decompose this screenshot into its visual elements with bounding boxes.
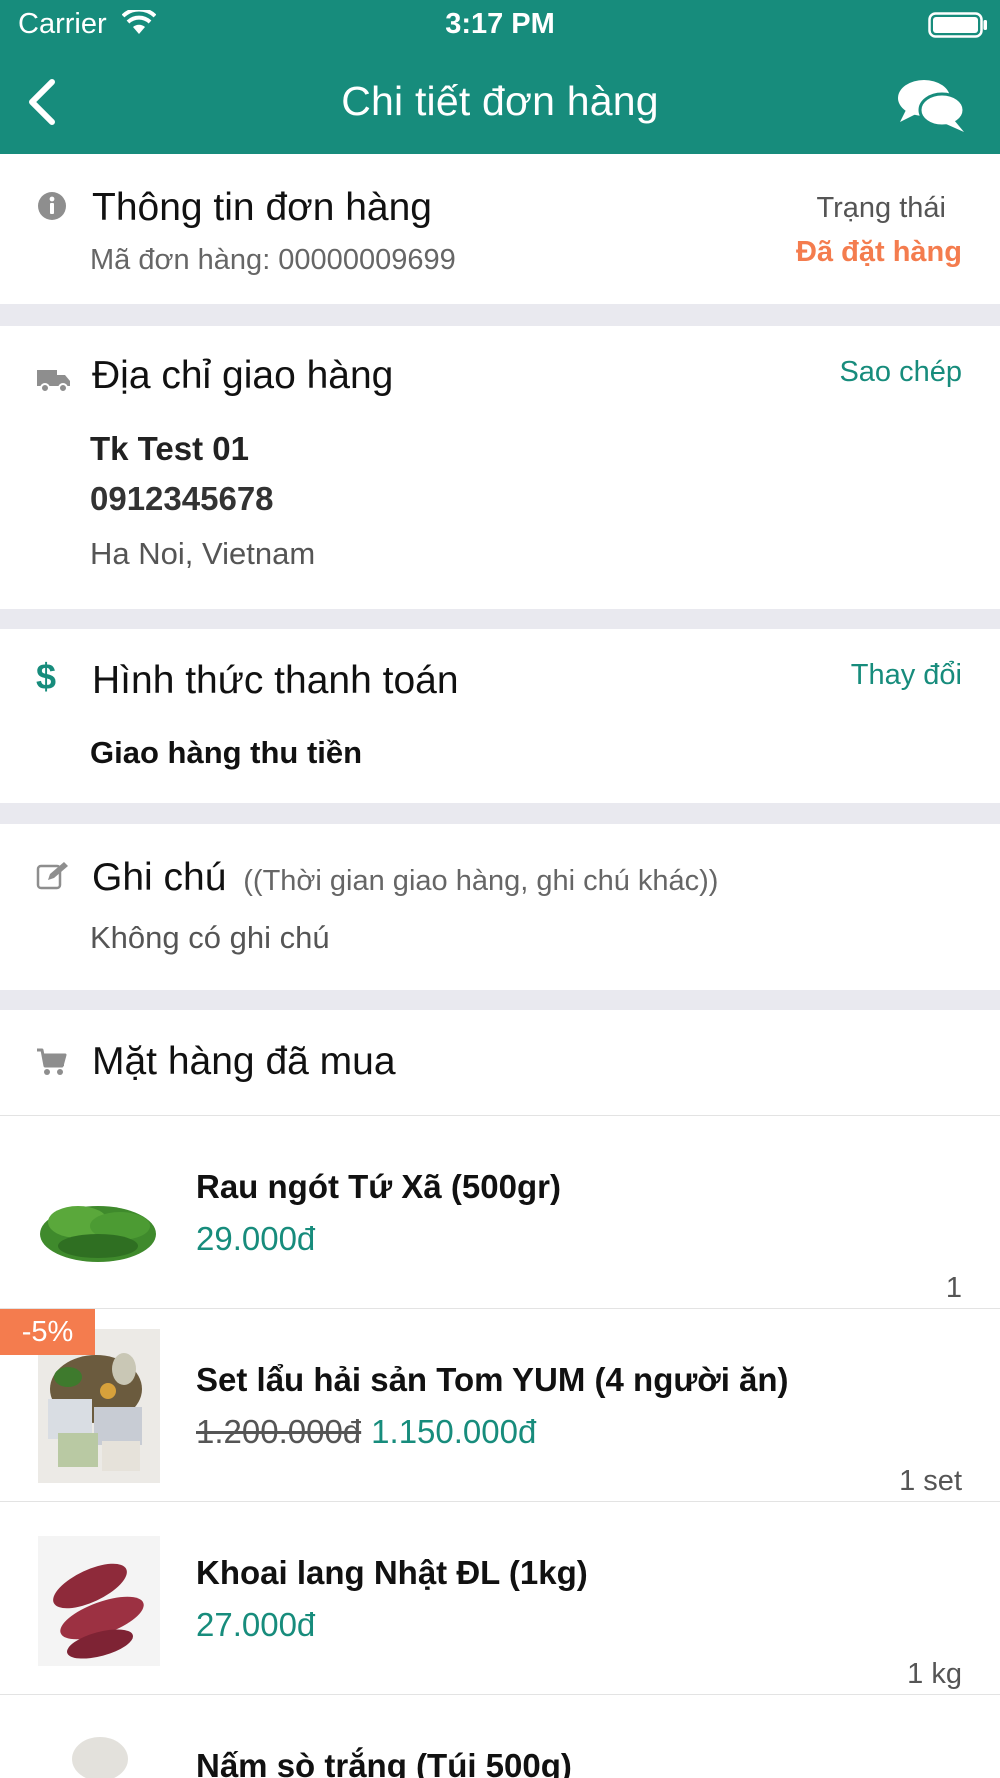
- discount-badge: -5%: [0, 1309, 95, 1355]
- divider: [0, 609, 1000, 629]
- current-price: 29.000đ: [196, 1220, 316, 1257]
- dollar-icon: $: [36, 656, 57, 697]
- divider: [0, 304, 1000, 326]
- payment-title: Hình thức thanh toán: [92, 659, 459, 702]
- product-quantity: 1 kg: [907, 1658, 962, 1690]
- current-price: 1.150.000đ: [371, 1413, 537, 1450]
- note-content: Không có ghi chú: [90, 920, 330, 955]
- info-icon: [38, 192, 66, 220]
- product-name: Set lẩu hải sản Tom YUM (4 người ăn): [196, 1361, 789, 1398]
- nav-bar: Chi tiết đơn hàng: [0, 50, 1000, 154]
- product-image: [38, 1150, 160, 1280]
- recipient-address: Ha Noi, Vietnam: [90, 536, 316, 571]
- product-price: 1.200.000đ 1.150.000đ: [196, 1413, 536, 1451]
- product-name: Khoai lang Nhật ĐL (1kg): [196, 1554, 588, 1591]
- cart-icon: [37, 1048, 67, 1075]
- chat-bubbles-icon: [898, 80, 966, 132]
- order-info-section: Thông tin đơn hàng Mã đơn hàng: 00000009…: [0, 154, 1000, 304]
- product-price: 27.000đ: [196, 1606, 315, 1644]
- divider: [0, 990, 1000, 1010]
- list-item[interactable]: -5% Set lẩu hải sản Tom YUM (4 người ăn)…: [0, 1309, 1000, 1502]
- note-title-label: Ghi chú: [92, 856, 227, 899]
- truck-icon: [37, 370, 70, 393]
- status-time: 3:17 PM: [445, 8, 555, 40]
- recipient-name: Tk Test 01: [90, 430, 249, 467]
- list-item[interactable]: Rau ngót Tứ Xã (500gr) 29.000đ 1: [0, 1116, 1000, 1309]
- product-price: 29.000đ: [196, 1220, 315, 1258]
- battery-icon: [928, 12, 987, 38]
- order-info-title: Thông tin đơn hàng: [92, 186, 432, 229]
- note-section: Ghi chú ((Thời gian giao hàng, ghi chú k…: [0, 824, 1000, 990]
- order-code: Mã đơn hàng: 00000009699: [90, 244, 456, 276]
- chat-button[interactable]: [896, 76, 968, 136]
- edit-icon: [36, 862, 68, 890]
- product-quantity: 1 set: [899, 1465, 962, 1497]
- product-quantity: 1: [945, 1272, 962, 1304]
- items-title: Mặt hàng đã mua: [92, 1040, 396, 1083]
- recipient-phone: 0912345678: [90, 480, 274, 517]
- status-bar: Carrier 3:17 PM: [0, 0, 1000, 50]
- list-item[interactable]: Nấm sò trắng (Túi 500g): [0, 1695, 1000, 1778]
- note-hint: ((Thời gian giao hàng, ghi chú khác)): [243, 865, 719, 897]
- product-name: Nấm sò trắng (Túi 500g): [196, 1747, 572, 1778]
- note-title: Ghi chú ((Thời gian giao hàng, ghi chú k…: [92, 856, 718, 900]
- payment-section: $ Hình thức thanh toán Thay đổi Giao hàn…: [0, 629, 1000, 803]
- original-price: 1.200.000đ: [196, 1413, 362, 1450]
- page-title: Chi tiết đơn hàng: [341, 78, 659, 124]
- change-payment-button[interactable]: Thay đổi: [851, 659, 962, 692]
- items-section-header: Mặt hàng đã mua: [0, 1010, 1000, 1116]
- current-price: 27.000đ: [196, 1606, 316, 1643]
- app-header: Carrier 3:17 PM Chi tiết đơn hàng: [0, 0, 1000, 154]
- status-badge: Đã đặt hàng: [796, 236, 962, 268]
- product-name: Rau ngót Tứ Xã (500gr): [196, 1168, 561, 1205]
- copy-button[interactable]: Sao chép: [839, 356, 962, 389]
- list-item[interactable]: Khoai lang Nhật ĐL (1kg) 27.000đ 1 kg: [0, 1502, 1000, 1695]
- payment-method: Giao hàng thu tiền: [90, 735, 363, 770]
- shipping-title: Địa chỉ giao hàng: [92, 354, 394, 397]
- product-image: [38, 1536, 160, 1666]
- status-label: Trạng thái: [816, 192, 947, 224]
- divider: [0, 803, 1000, 824]
- shipping-section: Địa chỉ giao hàng Sao chép Tk Test 01 09…: [0, 326, 1000, 609]
- product-image: [38, 1729, 160, 1778]
